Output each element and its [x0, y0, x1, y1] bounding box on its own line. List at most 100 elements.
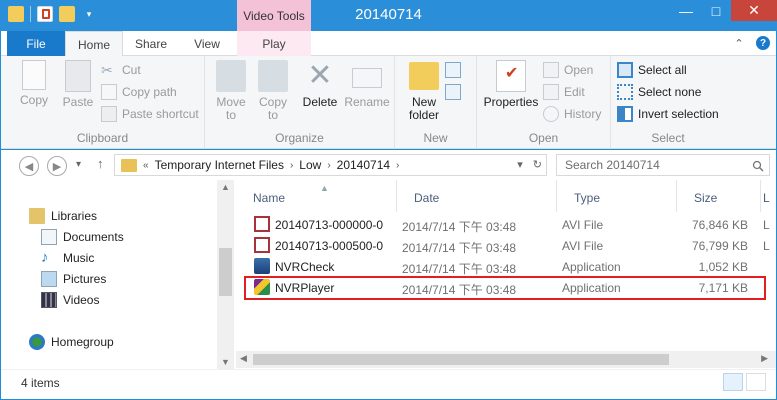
select-all-button[interactable]: Select all [617, 60, 687, 80]
breadcrumb-separator[interactable]: › [327, 160, 330, 171]
paste-button[interactable]: Paste [57, 60, 99, 109]
table-row[interactable]: 20140713-000500-0... 2014/7/14 下午 03:48 … [236, 235, 776, 256]
nav-videos[interactable]: Videos [41, 290, 99, 310]
address-overflow[interactable]: « [143, 160, 149, 171]
cut-label: Cut [122, 63, 141, 77]
chevron-up-icon[interactable]: ⌃ [732, 36, 746, 50]
details-view-button[interactable] [723, 373, 743, 391]
ribbon-options: ⌃ ? [732, 36, 770, 50]
nav-pictures[interactable]: Pictures [41, 269, 106, 289]
scroll-down-arrow-icon[interactable]: ▼ [217, 357, 234, 367]
help-icon[interactable]: ? [756, 36, 770, 50]
edit-button[interactable]: Edit [543, 82, 585, 102]
tab-play[interactable]: Play [237, 31, 311, 56]
content-area: Libraries Documents ♪ Music Pictures Vid… [1, 180, 776, 369]
column-header-name-label: Name [253, 191, 286, 205]
delete-label: Delete [302, 95, 338, 109]
ribbon: Copy Paste ✂ Cut Copy path Paste shortcu… [1, 56, 776, 149]
homegroup-icon [29, 334, 45, 350]
tab-share[interactable]: Share [125, 31, 177, 56]
file-date: 2014/7/14 下午 03:48 [402, 241, 517, 255]
nav-libraries[interactable]: Libraries [29, 206, 97, 226]
nav-documents[interactable]: Documents [41, 227, 124, 247]
large-icons-view-button[interactable] [746, 373, 766, 391]
column-header-size[interactable]: Size [677, 180, 761, 212]
up-button[interactable]: ↑ [97, 156, 104, 171]
cut-button[interactable]: ✂ Cut [101, 60, 141, 80]
minimize-button[interactable]: — [671, 0, 701, 21]
breadcrumb-temporary-internet-files[interactable]: Temporary Internet Files [155, 158, 284, 172]
copy-to-button[interactable]: Copy to [253, 60, 293, 122]
horizontal-scrollbar-thumb[interactable] [253, 354, 669, 365]
new-folder-button[interactable]: New folder [401, 60, 447, 122]
address-bar[interactable]: « Temporary Internet Files › Low › 20140… [114, 154, 547, 176]
rename-icon [352, 68, 382, 88]
documents-icon [41, 229, 57, 245]
select-none-button[interactable]: Select none [617, 82, 701, 102]
open-label: Open [564, 63, 594, 77]
breadcrumb-separator[interactable]: › [396, 160, 399, 171]
recent-locations-button[interactable]: ▾ [76, 159, 81, 170]
back-button[interactable]: ◀ [19, 156, 39, 176]
new-item-icon [445, 62, 461, 78]
column-header-name[interactable]: ▲ Name [236, 180, 397, 212]
copy-button[interactable]: Copy [11, 60, 57, 107]
table-row[interactable]: NVRCheck 2014/7/14 下午 03:48 Application … [236, 256, 776, 277]
scroll-up-arrow-icon[interactable]: ▲ [217, 182, 234, 192]
breadcrumb-20140714[interactable]: 20140714 [337, 158, 390, 172]
forward-button[interactable]: ▶ [47, 156, 67, 176]
open-button[interactable]: Open [543, 60, 593, 80]
select-none-icon [617, 84, 633, 100]
delete-button[interactable]: ✕ Delete [299, 60, 341, 109]
nav-homegroup[interactable]: Homegroup [29, 332, 114, 352]
item-count: 4 items [21, 376, 60, 390]
tab-home[interactable]: Home [65, 31, 123, 57]
paste-shortcut-button[interactable]: Paste shortcut [101, 104, 199, 124]
new-item-button[interactable] [445, 60, 461, 80]
horizontal-scrollbar[interactable]: ◀ ▶ [236, 351, 776, 368]
properties-button[interactable]: ✔ Properties [481, 60, 541, 109]
scroll-right-arrow-icon[interactable]: ▶ [761, 353, 768, 364]
nav-music[interactable]: ♪ Music [41, 248, 94, 268]
address-actions: ▾ ↻ [517, 158, 542, 171]
delete-icon: ✕ [307, 59, 333, 92]
organize-group-label: Organize [275, 131, 324, 145]
invert-selection-button[interactable]: Invert selection [617, 104, 719, 124]
breadcrumb-low[interactable]: Low [299, 158, 321, 172]
tab-file[interactable]: File [7, 31, 65, 56]
table-row[interactable]: 20140713-000000-0... 2014/7/14 下午 03:48 … [236, 214, 776, 235]
breadcrumb-separator[interactable]: › [290, 160, 293, 171]
easy-access-button[interactable] [445, 82, 461, 102]
nav-libraries-label: Libraries [51, 209, 98, 223]
scrollbar-thumb[interactable] [219, 248, 232, 296]
file-type: Application [562, 260, 621, 274]
copy-path-label: Copy path [122, 85, 177, 99]
maximize-button[interactable]: □ [701, 0, 731, 21]
refresh-icon[interactable]: ↻ [533, 158, 542, 171]
avi-file-icon [254, 216, 270, 232]
column-header-extra[interactable]: L [761, 180, 776, 212]
nav-videos-label: Videos [63, 293, 100, 307]
search-icon [752, 160, 764, 172]
column-header-extra-label: L [763, 191, 770, 205]
move-to-button[interactable]: Move to [211, 60, 251, 122]
close-button[interactable]: ✕ [731, 0, 777, 21]
select-group-label: Select [651, 131, 685, 145]
explorer-window: ▾ Video Tools 20140714 — □ ✕ File Home S… [0, 0, 777, 400]
copy-path-button[interactable]: Copy path [101, 82, 177, 102]
navigation-pane-scrollbar[interactable]: ▲ ▼ [217, 180, 234, 369]
address-history-dropdown-icon[interactable]: ▾ [517, 158, 523, 171]
open-icon [543, 62, 559, 78]
column-header-date[interactable]: Date [397, 180, 557, 212]
column-header-date-label: Date [414, 191, 440, 205]
rename-button[interactable]: Rename [343, 60, 391, 109]
new-group: New folder New [395, 56, 477, 149]
history-button[interactable]: History [543, 104, 601, 124]
status-bar: 4 items [1, 369, 776, 399]
search-input[interactable]: Search 20140714 [556, 154, 770, 176]
select-all-label: Select all [638, 63, 687, 77]
scroll-left-arrow-icon[interactable]: ◀ [240, 353, 247, 364]
column-header-type[interactable]: Type [557, 180, 677, 212]
music-icon: ♪ [41, 249, 49, 266]
tab-view[interactable]: View [181, 31, 233, 56]
